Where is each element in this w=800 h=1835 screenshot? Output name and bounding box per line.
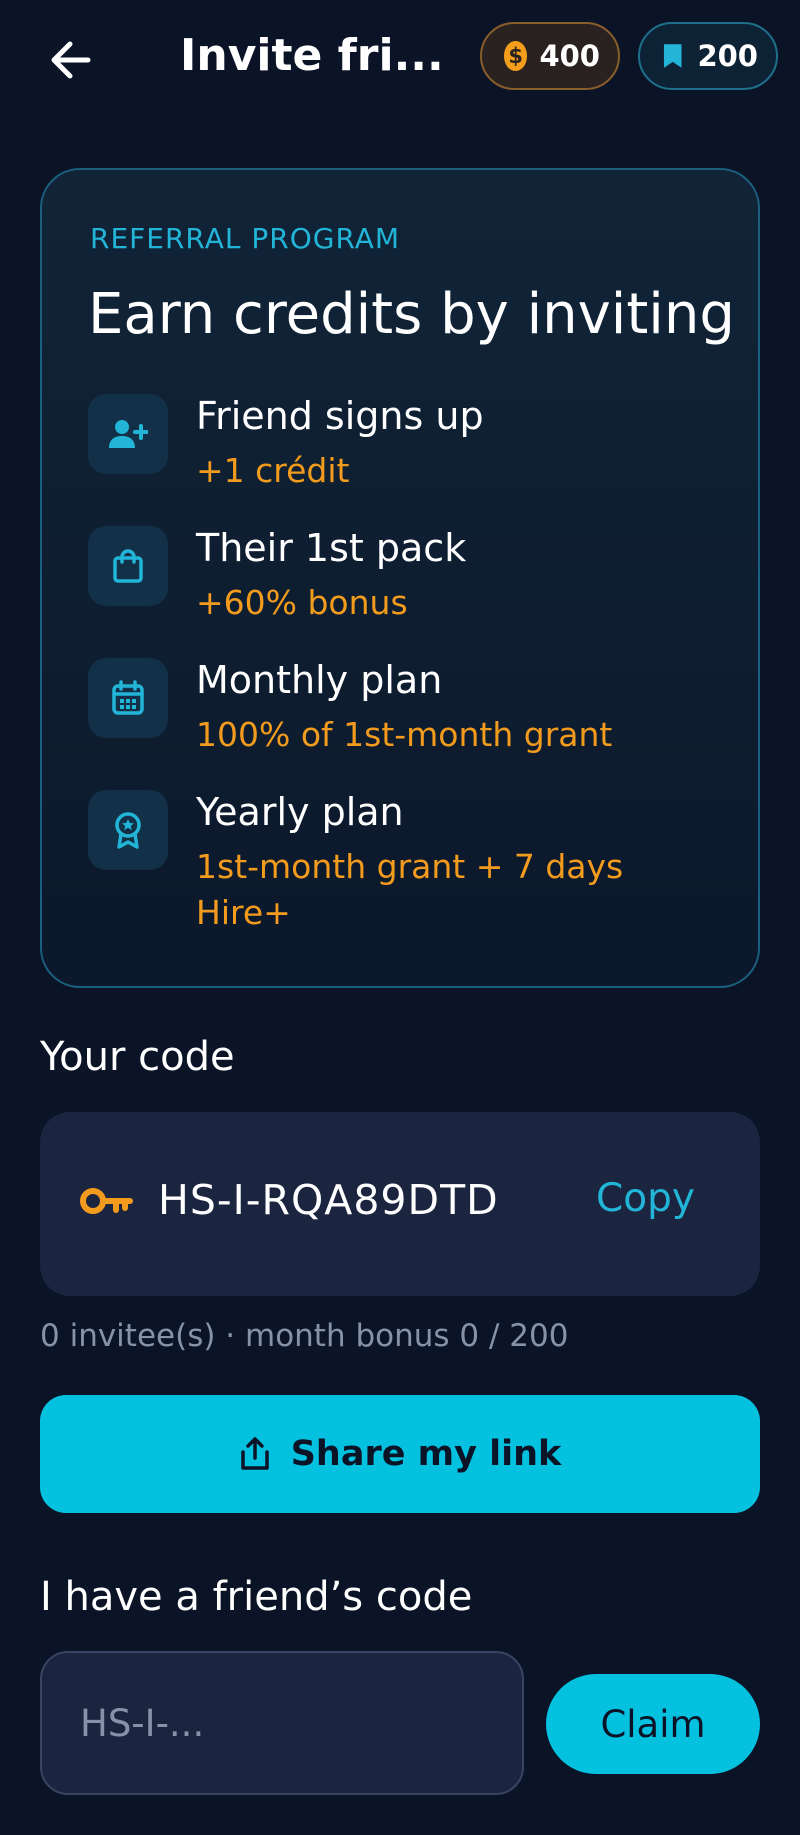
coin-icon: $ bbox=[504, 41, 528, 71]
referral-code-box: HS-I-RQA89DTD Copy bbox=[40, 1112, 760, 1296]
top-bar: Invite fri... $ 400 200 bbox=[0, 0, 800, 118]
friend-code-heading: I have a friend’s code bbox=[40, 1574, 473, 1620]
friend-code-input[interactable] bbox=[40, 1651, 524, 1795]
reward-item-value: +60% bonus bbox=[196, 583, 408, 622]
claim-button[interactable]: Claim bbox=[546, 1674, 760, 1774]
reward-item-title: Yearly plan bbox=[196, 790, 404, 834]
bookmark-balance-badge[interactable]: 200 bbox=[638, 22, 778, 90]
referral-program-card: REFERRAL PROGRAM Earn credits by invitin… bbox=[40, 168, 760, 988]
reward-item-title: Monthly plan bbox=[196, 658, 443, 702]
page-title: Invite fri... bbox=[180, 30, 444, 81]
referral-eyebrow: REFERRAL PROGRAM bbox=[90, 222, 401, 255]
share-link-label: Share my link bbox=[290, 1434, 562, 1474]
coin-balance-badge[interactable]: $ 400 bbox=[480, 22, 620, 90]
calendar-icon bbox=[88, 658, 168, 738]
reward-item-title: Their 1st pack bbox=[196, 526, 467, 570]
award-badge-icon bbox=[88, 790, 168, 870]
referral-code: HS-I-RQA89DTD bbox=[158, 1176, 499, 1224]
arrow-left-icon bbox=[51, 41, 91, 79]
reward-item-value: 1st-month grant + 7 days Hire+ bbox=[196, 847, 624, 932]
reward-item-value: 100% of 1st-month grant bbox=[196, 715, 613, 754]
key-icon bbox=[80, 1188, 133, 1214]
coin-balance: 400 bbox=[539, 39, 600, 73]
shopping-bag-icon bbox=[88, 526, 168, 606]
copy-button[interactable]: Copy bbox=[596, 1176, 695, 1221]
your-code-heading: Your code bbox=[40, 1034, 235, 1080]
user-plus-icon bbox=[88, 394, 168, 474]
referral-title: Earn credits by inviting bbox=[88, 282, 735, 347]
reward-item-value: +1 crédit bbox=[196, 451, 350, 490]
share-icon bbox=[240, 1437, 269, 1470]
bookmark-icon bbox=[663, 44, 682, 68]
back-button[interactable] bbox=[40, 30, 100, 90]
reward-item-title: Friend signs up bbox=[196, 394, 484, 438]
share-link-button[interactable]: Share my link bbox=[40, 1395, 760, 1513]
bookmark-balance: 200 bbox=[697, 39, 758, 73]
invite-stats: 0 invitee(s) · month bonus 0 / 200 bbox=[40, 1318, 569, 1354]
